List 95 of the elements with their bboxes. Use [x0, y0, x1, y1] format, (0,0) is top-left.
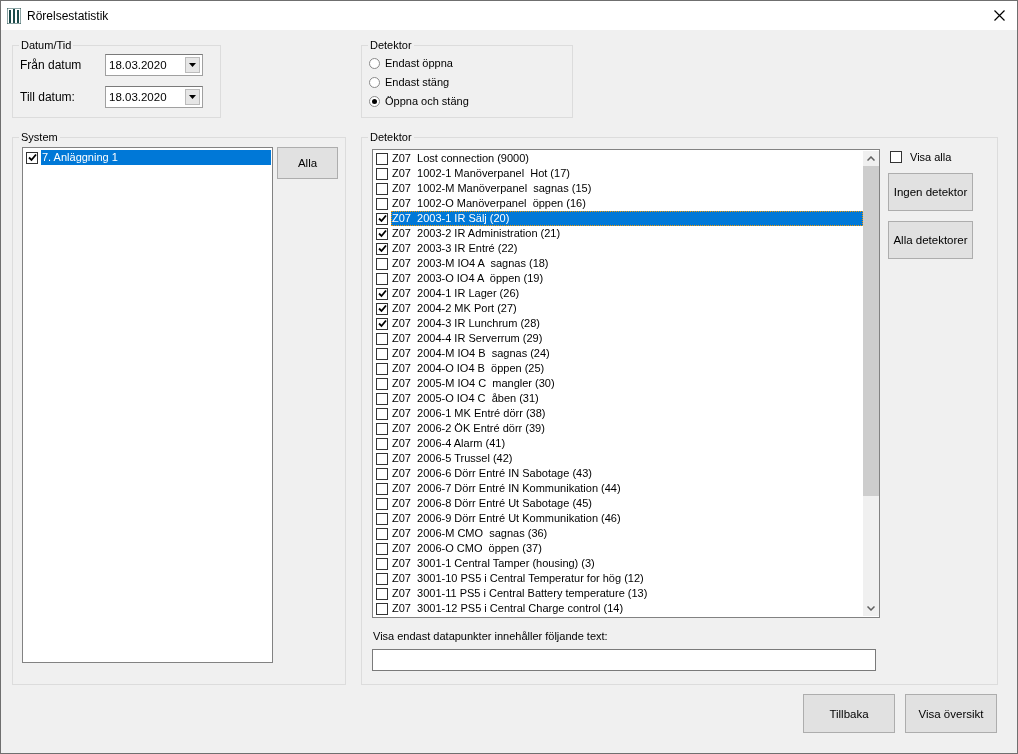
field-label: Till datum: — [20, 90, 76, 104]
list-item[interactable]: Z07 2004-M IO4 B sagnas (24) — [391, 346, 863, 361]
checkbox[interactable] — [376, 467, 388, 480]
checkbox[interactable] — [376, 437, 388, 450]
list-item[interactable]: Z07 2005-M IO4 C mangler (30) — [391, 376, 863, 391]
checkbox[interactable] — [376, 182, 388, 195]
list-item[interactable]: Z07 2004-3 IR Lunchrum (28) — [391, 316, 863, 331]
scroll-down-icon[interactable] — [867, 606, 875, 611]
checkbox[interactable] — [376, 512, 388, 525]
checkbox[interactable] — [376, 452, 388, 465]
checkbox[interactable] — [376, 482, 388, 495]
list-item[interactable]: Z07 2003-1 IR Sälj (20) — [391, 211, 863, 226]
checkbox[interactable] — [26, 151, 38, 164]
checkbox[interactable] — [376, 542, 388, 555]
checkbox[interactable] — [376, 572, 388, 585]
checkbox[interactable] — [376, 302, 388, 315]
list-item[interactable]: Z07 1002-1 Manöverpanel Hot (17) — [391, 166, 863, 181]
list-item[interactable]: Z07 3001-10 PS5 i Central Temperatur for hög (12) — [391, 571, 863, 586]
checkbox[interactable] — [376, 392, 388, 405]
list-item[interactable]: Z07 2006-8 Dörr Entré Ut Sabotage (45) — [391, 496, 863, 511]
list-item[interactable]: Z07 3001-12 PS5 i Central Charge control (14) — [391, 601, 863, 616]
checkbox[interactable] — [376, 197, 388, 210]
checkbox[interactable] — [376, 422, 388, 435]
filter-label: Visa endast datapunkter innehåller följande text: — [373, 630, 608, 642]
footer-button[interactable]: Tillbaka — [803, 694, 895, 733]
checkbox[interactable] — [376, 347, 388, 360]
filter-input[interactable] — [372, 649, 876, 671]
list-item[interactable]: Z07 1002-M Manöverpanel sagnas (15) — [391, 181, 863, 196]
checkbox[interactable] — [890, 151, 902, 163]
radio-label[interactable]: Endast stäng — [385, 76, 450, 88]
footer-button[interactable]: Visa översikt — [905, 694, 997, 733]
radio-button[interactable] — [369, 57, 380, 69]
checkbox[interactable] — [376, 317, 388, 330]
group-title: Detektor — [368, 38, 414, 52]
checkbox[interactable] — [376, 167, 388, 180]
checkbox[interactable] — [376, 152, 388, 165]
radio-label[interactable]: Endast öppna — [385, 57, 453, 69]
detector-button[interactable]: Ingen detektor — [888, 173, 973, 211]
list-item[interactable]: Z07 2006-1 MK Entré dörr (38) — [391, 406, 863, 421]
checkbox[interactable] — [376, 257, 388, 270]
window-title: Rörelsestatistik — [27, 8, 110, 23]
list-item[interactable]: Z07 2004-1 IR Lager (26) — [391, 286, 863, 301]
checkbox[interactable] — [376, 587, 388, 600]
scrollbar[interactable] — [863, 151, 879, 616]
field-label: Från datum — [20, 58, 83, 72]
list-item[interactable]: Z07 2003-2 IR Administration (21) — [391, 226, 863, 241]
list-item[interactable]: Z07 2006-O CMO öppen (37) — [391, 541, 863, 556]
close-icon[interactable] — [994, 10, 1005, 21]
radio-button[interactable] — [369, 76, 380, 88]
group-title: System — [19, 130, 60, 144]
list-item[interactable]: Z07 2004-O IO4 B öppen (25) — [391, 361, 863, 376]
checkbox[interactable] — [376, 362, 388, 375]
app-icon — [7, 7, 21, 24]
scroll-up-icon[interactable] — [867, 156, 875, 161]
list-item[interactable]: 7. Anläggning 1 — [41, 150, 271, 165]
checkbox[interactable] — [376, 242, 388, 255]
checkbox[interactable] — [376, 557, 388, 570]
radio-label[interactable]: Öppna och stäng — [385, 95, 469, 107]
date-dropdown[interactable]: 18.03.2020 — [105, 54, 203, 76]
group-title: Detektor — [368, 130, 414, 144]
checkbox[interactable] — [376, 497, 388, 510]
list-item[interactable]: Z07 2006-M CMO sagnas (36) — [391, 526, 863, 541]
checkbox[interactable] — [376, 212, 388, 225]
list-item[interactable]: Z07 2003-3 IR Entré (22) — [391, 241, 863, 256]
date-dropdown[interactable]: 18.03.2020 — [105, 86, 203, 108]
checkbox[interactable] — [376, 407, 388, 420]
list-item[interactable]: Z07 3001-11 PS5 i Central Battery temperature (13) — [391, 586, 863, 601]
checkbox[interactable] — [376, 527, 388, 540]
checkbox[interactable] — [376, 287, 388, 300]
list-item[interactable]: Z07 2006-2 ÖK Entré dörr (39) — [391, 421, 863, 436]
list-item[interactable]: Z07 2004-4 IR Serverrum (29) — [391, 331, 863, 346]
checkbox[interactable] — [376, 602, 388, 615]
list-item[interactable]: Z07 2006-4 Alarm (41) — [391, 436, 863, 451]
checkbox-label[interactable]: Visa alla — [910, 151, 952, 163]
detector-button[interactable]: Alla detektorer — [888, 221, 973, 259]
list-item[interactable]: Z07 2006-9 Dörr Entré Ut Kommunikation (46) — [391, 511, 863, 526]
list-item[interactable]: Z07 3001-1 Central Tamper (housing) (3) — [391, 556, 863, 571]
list-item[interactable]: Z07 2004-2 MK Port (27) — [391, 301, 863, 316]
group-title: Datum/Tid — [19, 38, 74, 52]
list-item[interactable]: Z07 2006-5 Trussel (42) — [391, 451, 863, 466]
list-item[interactable]: Z07 2006-7 Dörr Entré IN Kommunikation (44) — [391, 481, 863, 496]
list-item[interactable]: Z07 2006-6 Dörr Entré IN Sabotage (43) — [391, 466, 863, 481]
checkbox[interactable] — [376, 227, 388, 240]
checkbox[interactable] — [376, 332, 388, 345]
radio-button[interactable] — [369, 95, 380, 107]
dropdown-arrow-icon[interactable] — [189, 63, 196, 67]
list-item[interactable]: Z07 1002-O Manöverpanel öppen (16) — [391, 196, 863, 211]
list-item[interactable]: Z07 Lost connection (9000) — [391, 151, 863, 166]
checkbox[interactable] — [376, 272, 388, 285]
list-item[interactable]: Z07 2003-O IO4 A öppen (19) — [391, 271, 863, 286]
dropdown-arrow-icon[interactable] — [189, 95, 196, 99]
checkbox[interactable] — [376, 377, 388, 390]
list-item[interactable]: Z07 2003-M IO4 A sagnas (18) — [391, 256, 863, 271]
list-item[interactable]: Z07 2005-O IO4 C åben (31) — [391, 391, 863, 406]
alla-button[interactable]: Alla — [277, 147, 338, 179]
